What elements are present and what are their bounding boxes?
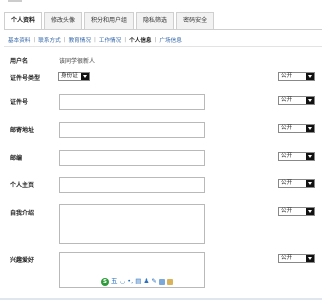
- settings-icon[interactable]: [166, 278, 173, 285]
- top-divider: [8, 0, 22, 2]
- window-top-strip: [0, 0, 322, 8]
- subnav-separator: |: [93, 37, 96, 43]
- chevron-down-icon: [306, 208, 314, 215]
- subnav-personal-info[interactable]: 个人信息: [129, 36, 151, 44]
- subnav-underline: [4, 46, 322, 47]
- tab-avatar[interactable]: 修改头像: [44, 12, 83, 29]
- ime-toolbar[interactable]: S 五 ◡ •, ▤ ♟ ✎: [99, 276, 176, 287]
- keyboard-icon[interactable]: [158, 278, 165, 285]
- address-label: 邮寄地址: [10, 127, 35, 134]
- subnav-contact[interactable]: 联系方式: [38, 36, 60, 44]
- subnav-separator: |: [33, 37, 36, 43]
- address-field[interactable]: [59, 122, 205, 138]
- chevron-down-icon: [306, 180, 314, 187]
- subnav-separator: |: [63, 37, 66, 43]
- zipcode-field[interactable]: [59, 150, 205, 166]
- interests-label: 兴趣爱好: [10, 257, 35, 264]
- id-number-label: 证件号: [10, 99, 29, 106]
- bio-textarea[interactable]: [59, 204, 205, 244]
- tab-profile[interactable]: 个人资料: [4, 12, 43, 30]
- subnav-separator: |: [124, 37, 127, 43]
- profile-tabs: 个人资料 修改头像 积分和用户组 隐私筛选 密码安全: [4, 12, 216, 30]
- address-privacy-select[interactable]: 公开: [278, 124, 315, 133]
- zipcode-label: 邮编: [10, 155, 23, 162]
- subnav-separator: |: [154, 37, 157, 43]
- id-type-privacy-select[interactable]: 公开: [278, 72, 315, 81]
- chevron-down-icon: [306, 97, 314, 104]
- privacy-select-value: 公开: [281, 153, 293, 159]
- homepage-field[interactable]: [59, 177, 205, 193]
- id-number-privacy-select[interactable]: 公开: [278, 96, 315, 105]
- chevron-down-icon: [306, 153, 314, 160]
- chevron-down-icon: [81, 73, 89, 80]
- subnav-work[interactable]: 工作情况: [99, 36, 121, 44]
- privacy-select-value: 公开: [281, 97, 293, 103]
- ime-status-glyphs[interactable]: 五 ◡ •, ▤ ♟ ✎: [111, 277, 157, 286]
- username-value: 该同学很新人: [59, 58, 96, 65]
- id-type-label: 证件号类型: [10, 75, 41, 82]
- tab-password-security[interactable]: 密码安全: [176, 12, 215, 29]
- privacy-select-value: 公开: [281, 255, 293, 261]
- homepage-label: 个人主页: [10, 182, 35, 189]
- bio-privacy-select[interactable]: 公开: [278, 207, 315, 216]
- privacy-select-value: 公开: [281, 208, 293, 214]
- subnav-basic-info[interactable]: 基本资料: [8, 36, 30, 44]
- tab-credits-groups[interactable]: 积分和用户组: [84, 12, 135, 29]
- zipcode-privacy-select[interactable]: 公开: [278, 152, 315, 161]
- ime-logo-icon[interactable]: S: [101, 277, 109, 286]
- id-type-select-value: 身份证: [61, 73, 78, 79]
- interests-privacy-select[interactable]: 公开: [278, 254, 315, 263]
- profile-subnav: 基本资料 | 联系方式 | 教育情况 | 工作情况 | 个人信息 | 广场信息: [8, 36, 182, 44]
- bio-label: 自我介绍: [10, 210, 35, 217]
- privacy-select-value: 公开: [281, 180, 293, 186]
- chevron-down-icon: [306, 73, 314, 80]
- tab-privacy-filter[interactable]: 隐私筛选: [136, 12, 175, 29]
- chevron-down-icon: [306, 125, 314, 132]
- chevron-down-icon: [306, 255, 314, 262]
- privacy-select-value: 公开: [281, 125, 293, 131]
- id-number-field[interactable]: [59, 94, 205, 110]
- homepage-privacy-select[interactable]: 公开: [278, 179, 315, 188]
- id-type-select[interactable]: 身份证: [58, 72, 90, 81]
- tab-underline: [4, 29, 322, 30]
- subnav-plaza-info[interactable]: 广场信息: [159, 36, 181, 44]
- subnav-education[interactable]: 教育情况: [69, 36, 91, 44]
- privacy-select-value: 公开: [281, 73, 293, 79]
- username-label: 用户名: [10, 58, 29, 65]
